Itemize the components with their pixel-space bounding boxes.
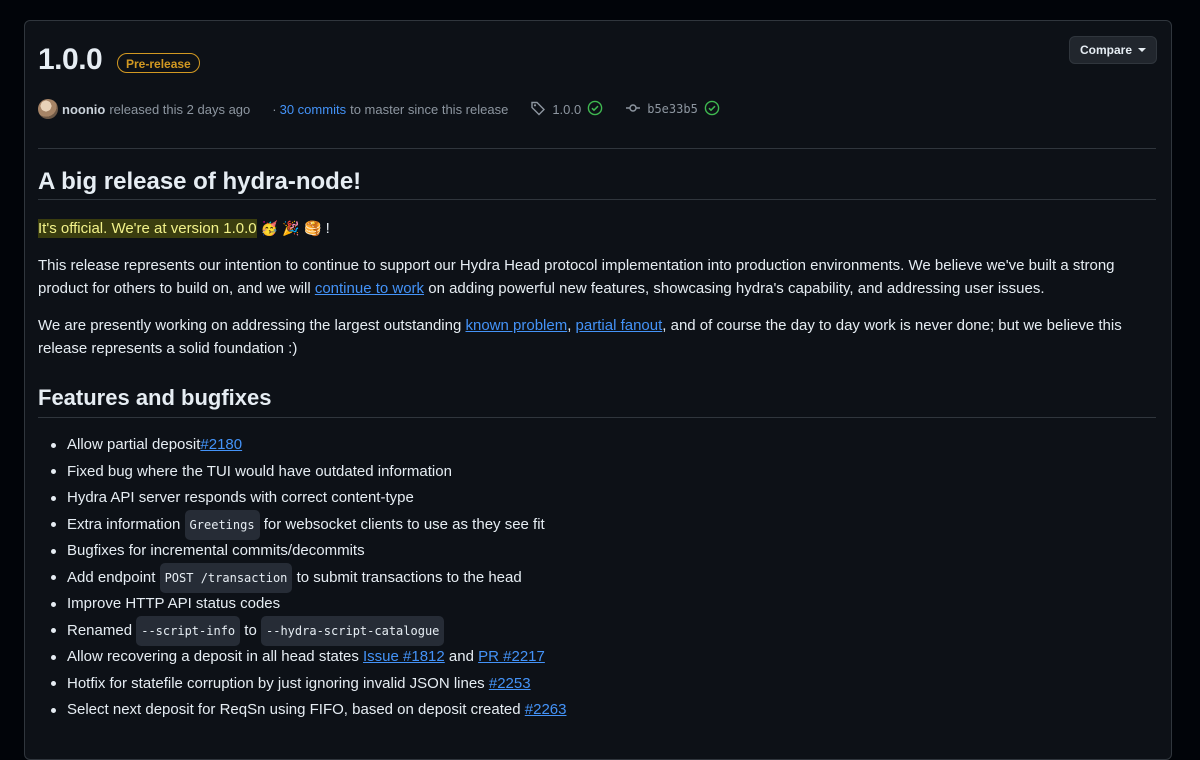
commit-icon (625, 100, 641, 119)
feature-text: Allow recovering a deposit in all head s… (67, 648, 364, 665)
commits-link[interactable]: 30 commits (280, 102, 346, 117)
divider (38, 148, 1156, 149)
highlighted-text: It's official. We're at version 1.0.0 (38, 219, 257, 238)
release-card: 1.0.0 Pre-release Compare noonio release… (24, 20, 1172, 760)
released-text: released this 2 days ago (109, 101, 251, 117)
separator-dot: · (272, 101, 277, 117)
release-meta: noonio released this 2 days ago · 30 com… (38, 98, 720, 120)
known-problem-link[interactable]: known problem (465, 317, 567, 334)
intro-paragraph: This release represents our intention to… (38, 255, 1148, 300)
issue-link[interactable]: Issue #1812 (363, 644, 445, 671)
list-item: Allow partial deposit #2180 (38, 432, 566, 459)
feature-text: Bugfixes for incremental commits/decommi… (67, 542, 365, 559)
pr-link[interactable]: PR #2217 (478, 644, 545, 671)
chevron-down-icon (1138, 48, 1146, 52)
emoji-partying: 🥳 (260, 220, 279, 236)
inline-code: POST /transaction (159, 562, 293, 593)
list-item: Hotfix for statefile corruption by just … (38, 671, 566, 698)
feature-text: Extra information (67, 515, 185, 533)
avatar[interactable] (38, 99, 58, 119)
para2-comma: , (567, 317, 576, 334)
inline-code: --hydra-script-catalogue (261, 615, 445, 646)
inline-code: --script-info (136, 615, 241, 646)
compare-button[interactable]: Compare (1068, 36, 1157, 64)
heading-underline (38, 199, 1156, 200)
feature-text: Improve HTTP API status codes (67, 595, 281, 612)
feature-text: to submit transactions to the head (292, 568, 522, 586)
feature-text: Renamed (67, 621, 137, 639)
author-link[interactable]: noonio (62, 102, 105, 117)
exclaim: ! (325, 220, 330, 237)
para2-text-a: We are presently working on addressing t… (38, 317, 466, 334)
compare-label: Compare (1079, 43, 1132, 57)
list-item: Improve HTTP API status codes (38, 591, 566, 618)
tag-link[interactable]: 1.0.0 (552, 102, 581, 117)
list-item: Allow recovering a deposit in all head s… (38, 644, 566, 671)
commit-sha-link[interactable]: b5e33b5 (647, 102, 698, 116)
issue-link[interactable]: #2263 (525, 697, 567, 724)
features-heading: Features and bugfixes (38, 385, 272, 410)
features-list: Allow partial deposit #2180 Fixed bug wh… (38, 432, 566, 724)
official-line: It's official. We're at version 1.0.0 🥳 … (38, 217, 1148, 241)
status-paragraph: We are presently working on addressing t… (38, 315, 1148, 360)
issue-link[interactable]: #2180 (200, 432, 242, 459)
feature-text: to (240, 621, 261, 639)
list-item: Add endpoint POST /transaction to submit… (38, 562, 566, 593)
list-item: Bugfixes for incremental commits/decommi… (38, 538, 566, 565)
inline-code: Greetings (184, 509, 260, 540)
feature-text: for websocket clients to use as they see… (259, 515, 545, 533)
commits-suffix: to master since this release (350, 101, 509, 117)
verified-check-icon[interactable] (704, 100, 720, 119)
issue-link[interactable]: #2253 (489, 671, 531, 698)
feature-text: Add endpoint (67, 568, 160, 586)
emoji-tada: 🎉 (282, 220, 300, 236)
pre-release-badge: Pre-release (117, 53, 200, 73)
feature-text: Allow partial deposit (67, 436, 201, 453)
partial-fanout-link[interactable]: partial fanout (576, 317, 663, 334)
para1-text-b: on adding powerful new features, showcas… (424, 279, 1045, 297)
list-item: Fixed bug where the TUI would have outda… (38, 459, 566, 486)
feature-text: Hotfix for statefile corruption by just … (67, 674, 489, 692)
release-version-title[interactable]: 1.0.0 (38, 43, 103, 77)
feature-text: Hydra API server responds with correct c… (67, 489, 414, 506)
feature-text: Select next deposit for ReqSn using FIFO… (67, 701, 525, 718)
tag-icon (530, 100, 546, 119)
verified-check-icon[interactable] (587, 100, 603, 119)
list-item: Renamed --script-info to --hydra-script-… (38, 615, 566, 646)
release-heading: A big release of hydra-node! (38, 168, 362, 195)
list-item: Hydra API server responds with correct c… (38, 485, 566, 512)
list-item: Select next deposit for ReqSn using FIFO… (38, 697, 566, 724)
feature-text: Fixed bug where the TUI would have outda… (67, 462, 452, 480)
list-item: Extra information Greetings for websocke… (38, 509, 566, 540)
continue-to-work-link[interactable]: continue to work (315, 280, 424, 297)
feature-text: and (444, 648, 479, 665)
emoji-pancakes: 🥞 (304, 220, 322, 236)
features-underline (38, 417, 1156, 418)
